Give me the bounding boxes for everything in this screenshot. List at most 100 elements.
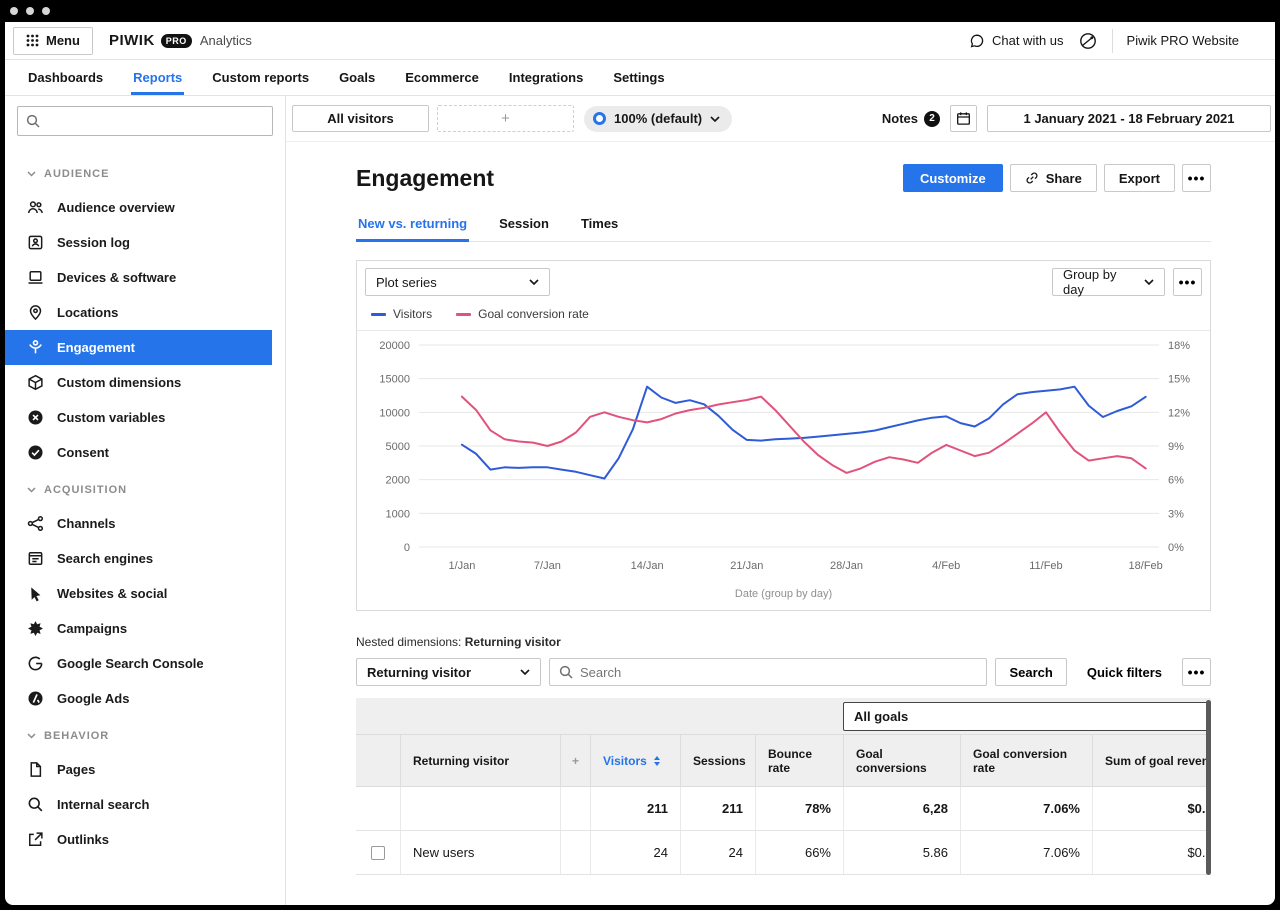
nested-dimensions-label: Nested dimensions: Returning visitor (356, 635, 1211, 649)
sidebar-item-custom-dimensions[interactable]: Custom dimensions (5, 365, 272, 400)
traffic-sample-dropdown[interactable]: 100% (default) (584, 106, 732, 132)
window-dot-2[interactable] (26, 7, 34, 15)
legend-item-visitors[interactable]: Visitors (371, 307, 432, 321)
google-ads-icon (27, 690, 44, 707)
date-range-picker[interactable]: 1 January 2021 - 18 February 2021 (987, 105, 1271, 132)
column-returning-visitor[interactable]: Returning visitor (400, 735, 560, 786)
svg-text:20000: 20000 (379, 340, 410, 352)
sidebar-item-google-search-console[interactable]: Google Search Console (5, 646, 272, 681)
plot-series-dropdown[interactable]: Plot series (365, 268, 550, 296)
customize-button[interactable]: Customize (903, 164, 1003, 192)
column-visitors[interactable]: Visitors (590, 735, 680, 786)
window-dot-1[interactable] (10, 7, 18, 15)
document-icon (27, 761, 44, 778)
share-button[interactable]: Share (1010, 164, 1097, 192)
add-segment-button[interactable]: + (437, 105, 574, 132)
legend-item-goal-conversion-rate[interactable]: Goal conversion rate (456, 307, 589, 321)
all-goals-selector[interactable]: All goals (843, 702, 1211, 731)
totals-goal-conversions: 6,28 (843, 787, 960, 830)
sidebar-item-internal-search[interactable]: Internal search (5, 787, 272, 822)
sidebar-item-label: Google Ads (57, 691, 129, 706)
nav-tab-custom-reports[interactable]: Custom reports (197, 60, 324, 95)
visitors-legend-marker (371, 313, 386, 316)
tab-new-vs-returning[interactable]: New vs. returning (356, 208, 469, 241)
window-dot-3[interactable] (42, 7, 50, 15)
sidebar-item-pages[interactable]: Pages (5, 752, 272, 787)
nav-tab-settings[interactable]: Settings (598, 60, 679, 95)
sidebar-item-locations[interactable]: Locations (5, 295, 272, 330)
sidebar-item-consent[interactable]: Consent (5, 435, 272, 470)
sidebar-item-custom-variables[interactable]: Custom variables (5, 400, 272, 435)
calendar-icon (956, 111, 971, 126)
section-audience[interactable]: AUDIENCE (5, 154, 285, 190)
chart-more-button[interactable]: ••• (1173, 268, 1202, 296)
sidebar-item-outlinks[interactable]: Outlinks (5, 822, 272, 857)
channels-icon (27, 515, 44, 532)
nav-tab-reports[interactable]: Reports (118, 60, 197, 95)
piwik-website-link[interactable]: Piwik PRO Website (1127, 33, 1265, 48)
export-button[interactable]: Export (1104, 164, 1175, 192)
row-checkbox[interactable] (371, 846, 385, 860)
sidebar-search-input[interactable] (46, 114, 264, 129)
tab-times[interactable]: Times (579, 208, 620, 241)
nav-tab-ecommerce[interactable]: Ecommerce (390, 60, 494, 95)
column-sessions[interactable]: Sessions (680, 735, 755, 786)
menu-button[interactable]: Menu (13, 27, 93, 55)
table-header-row: Returning visitor + Visitors Sessions Bo… (356, 735, 1211, 787)
sidebar-item-label: Search engines (57, 551, 153, 566)
table-toolbar: Returning visitor Search Quick filters •… (356, 658, 1211, 686)
globe-icon[interactable] (1078, 31, 1098, 51)
column-goal-conversion-rate[interactable]: Goal conversion rate (960, 735, 1092, 786)
nav-tab-goals[interactable]: Goals (324, 60, 390, 95)
sidebar-item-label: Audience overview (57, 200, 175, 215)
section-behavior[interactable]: BEHAVIOR (5, 716, 285, 752)
sidebar-item-session-log[interactable]: Session log (5, 225, 272, 260)
sidebar-item-websites-social[interactable]: Websites & social (5, 576, 272, 611)
add-column-button[interactable]: + (560, 735, 590, 786)
column-bounce-rate[interactable]: Bounce rate (755, 735, 843, 786)
sidebar-item-engagement[interactable]: Engagement (5, 330, 272, 365)
chat-bubble-icon (969, 33, 985, 49)
report-more-button[interactable]: ••• (1182, 164, 1211, 192)
app-window: Menu PIWIK PRO Analytics Chat with us Pi… (5, 22, 1275, 905)
share-label: Share (1046, 171, 1082, 186)
sidebar-item-channels[interactable]: Channels (5, 506, 272, 541)
calendar-button[interactable] (950, 105, 977, 132)
column-sum-goal-revenue[interactable]: Sum of goal revenue (1092, 735, 1211, 786)
section-acquisition[interactable]: ACQUISITION (5, 470, 285, 506)
tab-session[interactable]: Session (497, 208, 551, 241)
notes-button[interactable]: Notes 2 (882, 111, 940, 127)
report-content: Engagement Customize Share Export ••• Ne… (286, 142, 1275, 905)
row-add-cell (560, 831, 590, 874)
table-search-input[interactable] (580, 665, 977, 680)
totals-bounce-rate: 78% (755, 787, 843, 830)
search-button[interactable]: Search (995, 658, 1066, 686)
group-by-dropdown[interactable]: Group by day (1052, 268, 1165, 296)
chevron-down-icon (27, 171, 36, 177)
all-visitors-segment-button[interactable]: All visitors (292, 105, 429, 132)
window-titlebar (0, 0, 1280, 22)
chat-with-us-button[interactable]: Chat with us (969, 33, 1064, 49)
column-goal-conversions[interactable]: Goal conversions (843, 735, 960, 786)
sidebar-item-audience-overview[interactable]: Audience overview (5, 190, 272, 225)
nav-tab-integrations[interactable]: Integrations (494, 60, 598, 95)
svg-text:12%: 12% (1168, 407, 1190, 419)
sidebar-item-campaigns[interactable]: Campaigns (5, 611, 272, 646)
table-vertical-scrollbar[interactable] (1206, 700, 1211, 875)
sidebar-item-label: Custom variables (57, 410, 165, 425)
table-search[interactable] (549, 658, 987, 686)
sidebar-item-label: Consent (57, 445, 109, 460)
header-checkbox-cell (356, 735, 400, 786)
divider (1112, 29, 1113, 53)
nav-tab-dashboards[interactable]: Dashboards (13, 60, 118, 95)
quick-filters-button[interactable]: Quick filters (1075, 658, 1174, 686)
chevron-down-icon (520, 669, 530, 675)
sidebar-item-google-ads[interactable]: Google Ads (5, 681, 272, 716)
section-label: ACQUISITION (44, 484, 127, 496)
dimension-dropdown[interactable]: Returning visitor (356, 658, 541, 686)
sidebar-item-devices-software[interactable]: Devices & software (5, 260, 272, 295)
sidebar-item-search-engines[interactable]: Search engines (5, 541, 272, 576)
sidebar-search[interactable] (17, 106, 273, 136)
row-label[interactable]: New users (400, 831, 560, 874)
table-more-button[interactable]: ••• (1182, 658, 1211, 686)
